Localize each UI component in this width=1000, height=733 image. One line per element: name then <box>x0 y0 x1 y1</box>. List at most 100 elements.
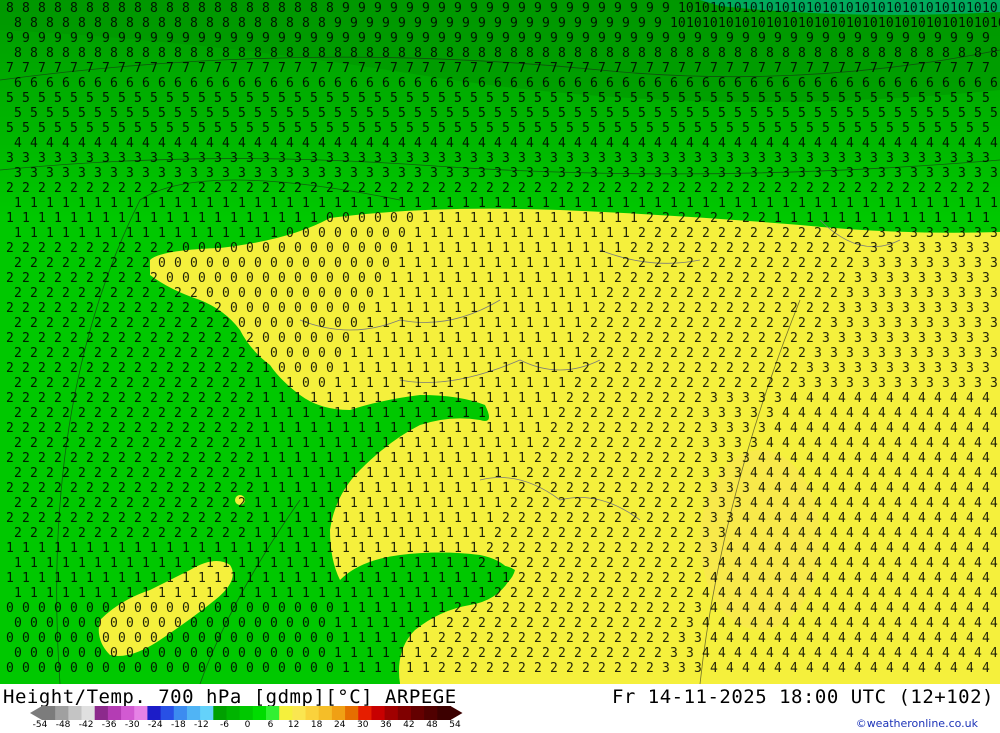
temp-label: 2 <box>646 301 654 316</box>
temp-label: 1 <box>838 211 846 226</box>
temp-label: 3 <box>926 316 934 331</box>
valid-time: Fr 14-11-2025 18:00 UTC (12+102) <box>612 686 994 708</box>
temp-label: 3 <box>438 151 446 166</box>
temp-label: 3 <box>934 361 942 376</box>
temp-label: 1 <box>830 196 838 211</box>
temp-label: 2 <box>78 256 86 271</box>
temp-label: 2 <box>774 181 782 196</box>
temp-label: 0 <box>54 601 62 616</box>
temp-label: 3 <box>774 151 782 166</box>
temp-label: 5 <box>662 121 670 136</box>
temp-label: 1 <box>358 571 366 586</box>
temp-label: 4 <box>958 436 966 451</box>
temp-label: 2 <box>662 571 670 586</box>
temp-label: 8 <box>238 16 246 31</box>
temp-label: 1 <box>494 436 502 451</box>
temp-label: 1 <box>734 196 742 211</box>
temp-label: 3 <box>838 301 846 316</box>
temp-label: 1 <box>518 241 526 256</box>
temp-label: 4 <box>814 556 822 571</box>
temp-label: 2 <box>510 556 518 571</box>
temp-label: 2 <box>6 181 14 196</box>
temp-label: 2 <box>822 301 830 316</box>
temp-label: 5 <box>870 121 878 136</box>
temp-label: 4 <box>814 436 822 451</box>
temp-label: 1 <box>574 196 582 211</box>
temp-label: 2 <box>622 406 630 421</box>
temp-label: 1 <box>414 226 422 241</box>
temp-label: 3 <box>854 361 862 376</box>
scale-tick-label: -42 <box>79 720 94 730</box>
temp-label: 10 <box>774 1 790 16</box>
temp-label: 2 <box>598 481 606 496</box>
temp-label: 2 <box>798 256 806 271</box>
temp-label: 1 <box>374 541 382 556</box>
temp-label: 1 <box>94 586 102 601</box>
temp-label: 2 <box>22 301 30 316</box>
temp-label: 2 <box>654 556 662 571</box>
temp-label: 2 <box>46 526 54 541</box>
temp-label: 3 <box>942 286 950 301</box>
temp-label: 2 <box>518 571 526 586</box>
temp-label: 5 <box>726 121 734 136</box>
temp-label: 5 <box>718 106 726 121</box>
temp-label: 0 <box>222 256 230 271</box>
temp-label: 2 <box>622 526 630 541</box>
temp-label: 4 <box>734 556 742 571</box>
temp-label: 6 <box>30 76 38 91</box>
temp-label: 0 <box>326 361 334 376</box>
temp-label: 8 <box>734 46 742 61</box>
temp-label: 9 <box>334 16 342 31</box>
temp-label: 2 <box>118 241 126 256</box>
temp-label: 3 <box>710 541 718 556</box>
temp-label: 9 <box>638 16 646 31</box>
temp-label: 2 <box>174 286 182 301</box>
temp-label: 0 <box>174 646 182 661</box>
credit-link[interactable]: ©weatheronline.co.uk <box>856 717 978 730</box>
temp-label: 2 <box>638 646 646 661</box>
temp-label: 3 <box>990 166 998 181</box>
temp-label: 0 <box>310 331 318 346</box>
temp-label: 2 <box>614 571 622 586</box>
temp-label: 8 <box>310 1 318 16</box>
temp-label: 1 <box>382 586 390 601</box>
temp-label: 10 <box>870 1 886 16</box>
temp-label: 1 <box>334 646 342 661</box>
temp-label: 1 <box>118 541 126 556</box>
temp-label: 4 <box>726 571 734 586</box>
temp-label: 3 <box>710 151 718 166</box>
temp-label: 5 <box>198 91 206 106</box>
temp-label: 1 <box>550 301 558 316</box>
temp-label: 3 <box>910 316 918 331</box>
temp-label: 2 <box>206 496 214 511</box>
temp-label: 1 <box>246 541 254 556</box>
temp-label: 1 <box>414 316 422 331</box>
temp-label: 1 <box>950 211 958 226</box>
temp-label: 9 <box>70 31 78 46</box>
temp-label: 0 <box>390 211 398 226</box>
temp-label: 5 <box>398 106 406 121</box>
scale-tick-label: 30 <box>357 720 368 730</box>
temp-label: 2 <box>726 241 734 256</box>
temp-label: 2 <box>534 631 542 646</box>
temp-label: 1 <box>142 226 150 241</box>
temp-label: 7 <box>710 61 718 76</box>
temp-label: 3 <box>734 466 742 481</box>
temp-label: 2 <box>574 616 582 631</box>
temp-label: 1 <box>190 226 198 241</box>
temp-label: 1 <box>302 526 310 541</box>
temp-label: 1 <box>366 616 374 631</box>
temp-label: 2 <box>126 256 134 271</box>
temp-label: 0 <box>62 646 70 661</box>
temp-label: 1 <box>62 196 70 211</box>
temp-label: 4 <box>766 136 774 151</box>
temp-label: 2 <box>430 646 438 661</box>
temp-label: 5 <box>550 91 558 106</box>
temp-label: 1 <box>902 211 910 226</box>
temp-label: 1 <box>398 286 406 301</box>
scale-swatch <box>318 706 333 720</box>
temp-label: 1 <box>38 541 46 556</box>
temp-label: 7 <box>742 61 750 76</box>
temp-label: 8 <box>526 46 534 61</box>
temp-label: 2 <box>486 631 494 646</box>
